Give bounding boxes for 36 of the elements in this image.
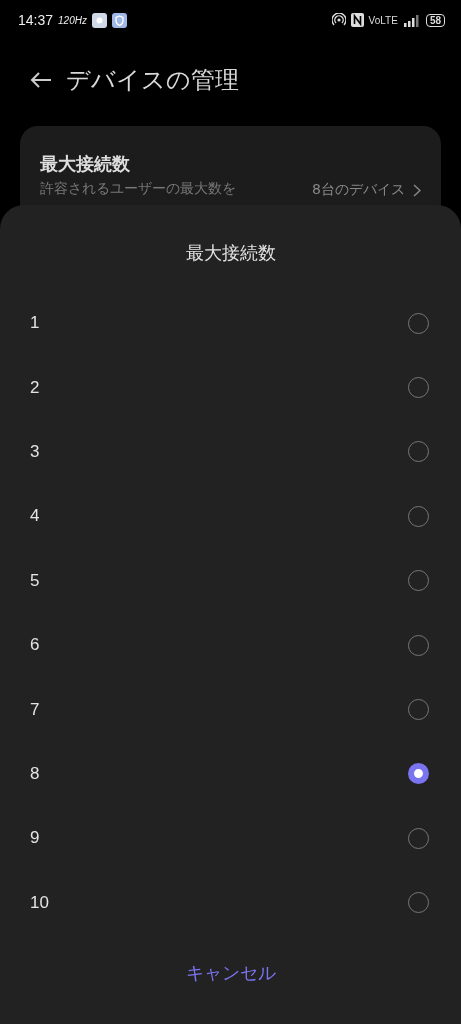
network-type: VoLTE: [368, 14, 398, 26]
option-label: 4: [30, 506, 40, 527]
option-row[interactable]: 2: [0, 355, 461, 420]
radio-button[interactable]: [408, 763, 429, 785]
option-label: 9: [30, 828, 40, 849]
option-label: 6: [30, 635, 40, 656]
option-label: 2: [30, 377, 40, 398]
option-label: 8: [30, 763, 40, 784]
option-row[interactable]: 3: [0, 419, 461, 485]
refresh-rate: 120Hz: [58, 14, 87, 26]
option-row[interactable]: 7: [0, 677, 461, 742]
option-label: 1: [30, 313, 40, 334]
option-row[interactable]: 1: [0, 291, 461, 356]
option-label: 10: [30, 892, 49, 913]
option-row[interactable]: 9: [0, 806, 461, 871]
option-row[interactable]: 8: [0, 741, 461, 807]
page-title: デバイスの管理: [66, 65, 239, 96]
setting-value: 8台のデバイス: [312, 181, 405, 199]
back-arrow-icon[interactable]: [30, 72, 52, 88]
setting-title: 最大接続数: [40, 152, 131, 176]
signal-icon: [402, 13, 421, 27]
cancel-button[interactable]: キャンセル: [175, 956, 286, 989]
option-row[interactable]: 4: [0, 484, 461, 549]
option-label: 3: [30, 441, 40, 462]
option-label: 5: [30, 570, 40, 591]
nfc-icon: [350, 13, 364, 27]
chevron-right-icon: [413, 183, 421, 197]
clock: 14:37: [18, 12, 54, 28]
option-row[interactable]: 6: [0, 612, 461, 678]
battery-level: 58: [425, 13, 445, 27]
option-row[interactable]: 5: [0, 548, 461, 613]
shield-icon: [111, 12, 127, 28]
setting-description: 許容されるユーザーの最大数を: [40, 180, 236, 198]
hotspot-icon: [331, 13, 346, 27]
option-label: 7: [30, 699, 40, 720]
option-row[interactable]: 10: [0, 870, 461, 935]
